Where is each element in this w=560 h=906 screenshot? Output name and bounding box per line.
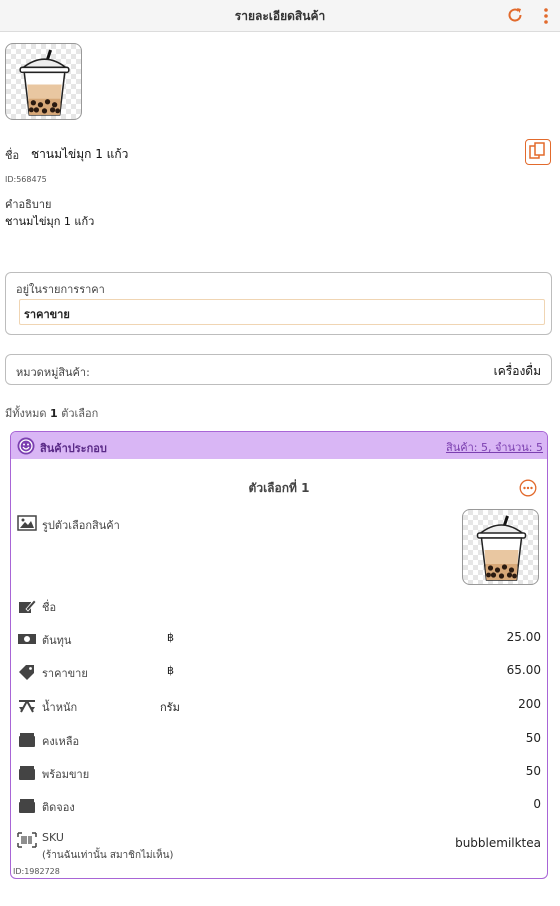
- scale-icon: [19, 700, 35, 713]
- barcode-icon: [17, 832, 37, 848]
- name-label: ชื่อ: [5, 149, 20, 162]
- available-value: 50: [525, 764, 541, 778]
- price-list-field[interactable]: ราคาขาย: [19, 299, 545, 325]
- variant-image[interactable]: [462, 509, 539, 585]
- product-image[interactable]: [5, 43, 82, 120]
- price-list-box: อยู่ในรายการราคา ราคาขาย: [5, 272, 552, 335]
- category-value: เครื่องดื่ม: [493, 364, 541, 378]
- variant-title: ตัวเลือกที่ 1: [248, 481, 310, 495]
- variant-card: สินค้าประกอบ สินค้า: 5, จำนวน: 5 ตัวเลือ…: [10, 431, 548, 879]
- sku-note: (ร้านฉันเท่านั้น สมาชิกไม่เห็น): [42, 850, 174, 861]
- sku-label: SKU: [42, 831, 64, 844]
- price-unit: ฿: [167, 664, 174, 677]
- variant-header-title: สินค้าประกอบ: [40, 442, 107, 455]
- weight-value: 200: [518, 697, 541, 711]
- category-label: หมวดหมู่สินค้า:: [16, 366, 90, 379]
- copy-icon: [529, 142, 545, 159]
- available-label: พร้อมขาย: [42, 768, 90, 781]
- box-icon: [19, 733, 35, 747]
- stock-value: 50: [525, 731, 541, 745]
- money-icon: [18, 634, 36, 644]
- variant-name-label: ชื่อ: [42, 601, 57, 614]
- refresh-icon[interactable]: [506, 6, 524, 24]
- product-name: ชานมไข่มุก 1 แก้ว: [31, 147, 129, 161]
- cost-label: ต้นทุน: [42, 634, 72, 647]
- variant-image-label: รูปตัวเลือกสินค้า: [42, 519, 120, 532]
- stock-label: คงเหลือ: [42, 735, 80, 748]
- more-horizontal-icon[interactable]: [519, 479, 537, 497]
- options-count: มีทั้งหมด 1 ตัวเลือก: [5, 407, 99, 420]
- price-value: 65.00: [506, 663, 541, 677]
- more-vertical-icon[interactable]: [538, 5, 554, 27]
- description-label: คำอธิบาย: [5, 198, 52, 211]
- price-list-label: อยู่ในรายการราคา: [16, 283, 105, 296]
- top-bar: รายละเอียดสินค้า: [0, 0, 560, 32]
- sku-value: bubblemilktea: [455, 836, 541, 850]
- product-description: ชานมไข่มุก 1 แก้ว: [5, 215, 95, 228]
- price-tag-icon: [19, 665, 34, 680]
- variant-summary-link[interactable]: สินค้า: 5, จำนวน: 5: [446, 438, 543, 456]
- reserved-value: 0: [533, 797, 541, 811]
- weight-label: น้ำหนัก: [42, 701, 78, 714]
- edit-icon: [19, 599, 37, 613]
- image-icon: [17, 515, 37, 531]
- box-icon: [19, 766, 35, 780]
- copy-button[interactable]: [525, 139, 551, 165]
- weight-unit: กรัม: [160, 701, 180, 714]
- price-label: ราคาขาย: [42, 667, 88, 680]
- cost-unit: ฿: [167, 631, 174, 644]
- product-id: ID:568475: [5, 175, 47, 184]
- variant-header: สินค้าประกอบ สินค้า: 5, จำนวน: 5: [11, 432, 547, 459]
- cost-value: 25.00: [506, 630, 541, 644]
- box-icon: [19, 799, 35, 813]
- page-title: รายละเอียดสินค้า: [234, 9, 326, 23]
- bundle-icon: [17, 437, 35, 455]
- category-row[interactable]: หมวดหมู่สินค้า: เครื่องดื่ม: [5, 354, 552, 385]
- reserved-label: ติดจอง: [42, 801, 75, 814]
- variant-id: ID:1982728: [13, 867, 60, 876]
